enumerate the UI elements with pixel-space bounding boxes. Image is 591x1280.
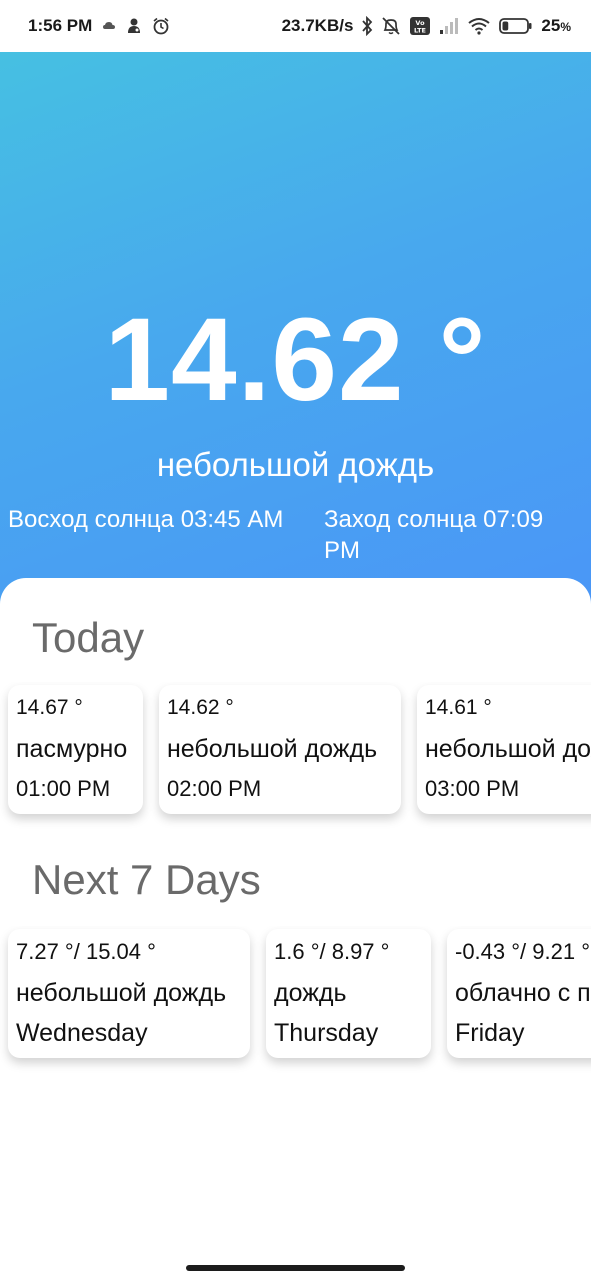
status-right: 23.7KB/s Vo LTE 25% <box>282 16 571 36</box>
battery-icon <box>499 17 533 35</box>
daily-temp-range: -0.43 °/ 9.21 ° <box>455 939 591 964</box>
home-indicator[interactable] <box>186 1265 405 1271</box>
current-weather-panel: 14.62 ° небольшой дождь Восход солнца 03… <box>0 52 591 612</box>
status-time: 1:56 PM <box>28 16 93 35</box>
net-speed: 23.7KB/s <box>281 16 354 35</box>
volte-label-lte: LTE <box>414 27 426 35</box>
battery-percent: 25% <box>541 16 571 35</box>
status-left: 1:56 PM <box>28 16 170 36</box>
daily-day: Thursday <box>274 1019 379 1047</box>
alarm-icon <box>152 17 170 35</box>
bluetooth-icon <box>361 16 373 36</box>
status-bar: 1:56 PM 23.7KB/s Vo LTE 25% <box>0 0 591 52</box>
wifi-icon <box>467 17 491 35</box>
daily-condition: облачно с прояснениями <box>455 979 591 1007</box>
hourly-forecast-list[interactable]: 14.67 ° пасмурно 01:00 PM 14.62 ° неболь… <box>0 682 591 832</box>
hourly-temp: 14.67 ° <box>16 696 83 719</box>
hourly-condition: небольшой дождь <box>167 735 378 763</box>
daily-card[interactable]: -0.43 °/ 9.21 ° облачно с прояснениями F… <box>447 929 591 1058</box>
hourly-temp: 14.61 ° <box>425 696 492 719</box>
signal-icon <box>439 17 459 35</box>
daily-card[interactable]: 1.6 °/ 8.97 ° дождь Thursday <box>266 929 431 1058</box>
weather-screen: 1:56 PM 23.7KB/s Vo LTE 25% 14.62 ° небо… <box>0 0 591 1280</box>
hourly-card[interactable]: 14.61 ° небольшой дождь 03:00 PM <box>417 685 591 814</box>
hourly-temp: 14.62 ° <box>167 696 234 719</box>
cloud-icon <box>102 20 116 32</box>
mute-icon <box>381 16 401 36</box>
volte-icon: Vo LTE <box>409 16 431 36</box>
sunrise-time: Восход солнца 03:45 AM <box>8 506 284 533</box>
current-temperature: 14.62 ° <box>104 294 487 426</box>
daily-temp-range: 7.27 °/ 15.04 ° <box>16 939 156 964</box>
today-title: Today <box>32 614 145 661</box>
daily-day: Friday <box>455 1019 525 1047</box>
daily-day: Wednesday <box>16 1019 148 1047</box>
hourly-condition: пасмурно <box>16 735 128 763</box>
hourly-card[interactable]: 14.67 ° пасмурно 01:00 PM <box>8 685 143 814</box>
daily-card[interactable]: 7.27 °/ 15.04 ° небольшой дождь Wednesda… <box>8 929 250 1058</box>
game-icon <box>126 17 142 35</box>
hourly-condition: небольшой дождь <box>425 735 591 763</box>
daily-condition: небольшой дождь <box>16 979 227 1007</box>
current-condition: небольшой дождь <box>156 446 435 483</box>
hourly-time: 01:00 PM <box>16 776 111 801</box>
next-7-days-title: Next 7 Days <box>32 856 261 903</box>
hourly-time: 02:00 PM <box>167 776 262 801</box>
daily-forecast-list[interactable]: 7.27 °/ 15.04 ° небольшой дождь Wednesda… <box>0 926 591 1076</box>
hourly-card[interactable]: 14.62 ° небольшой дождь 02:00 PM <box>159 685 401 814</box>
hourly-time: 03:00 PM <box>425 776 520 801</box>
sunset-time: Заход солнца 07:09 PM <box>324 506 544 564</box>
daily-condition: дождь <box>274 979 347 1007</box>
daily-temp-range: 1.6 °/ 8.97 ° <box>274 939 390 964</box>
forecast-sheet: Today 14.67 ° пасмурно 01:00 PM 14.62 ° … <box>0 578 591 1280</box>
